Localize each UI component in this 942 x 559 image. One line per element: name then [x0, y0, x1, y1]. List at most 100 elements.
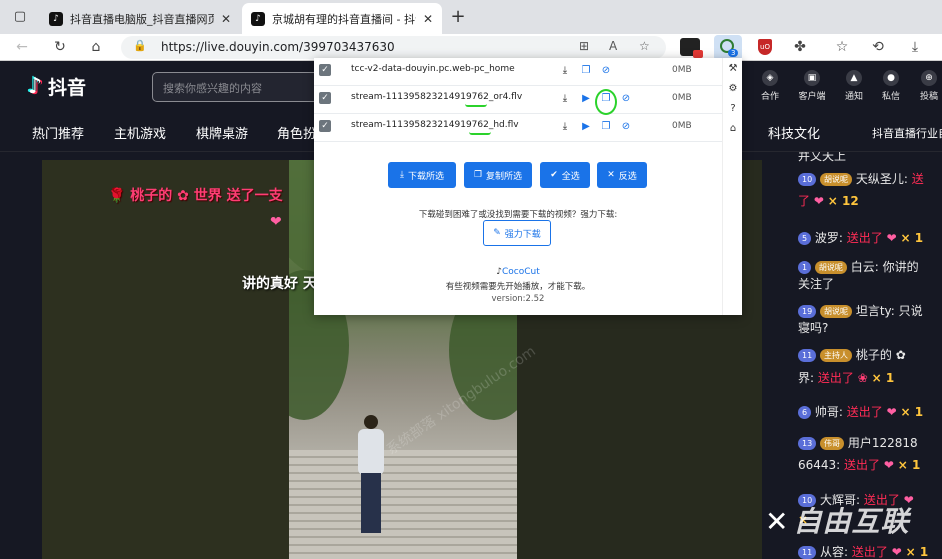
- download-icon[interactable]: ⤓: [559, 121, 571, 133]
- copy-icon: ❐: [473, 170, 483, 180]
- chat-username[interactable]: 坦言ty:: [856, 304, 895, 318]
- danmaku-text: 世界 送了一支: [193, 188, 283, 204]
- close-icon[interactable]: ✕: [420, 12, 436, 26]
- nav-item[interactable]: 抖音直播行业自: [872, 125, 942, 141]
- favorite-add-icon[interactable]: ☆: [639, 39, 650, 53]
- chat-username[interactable]: 帅哥:: [815, 405, 843, 419]
- select-all-button[interactable]: ✔ 全选: [540, 162, 590, 188]
- block-icon[interactable]: ⊘: [600, 65, 612, 77]
- extension-icon[interactable]: [680, 38, 703, 58]
- chat-username[interactable]: 用户122818: [848, 436, 918, 450]
- fan-badge: 胡说呢: [820, 305, 853, 318]
- favorites-icon[interactable]: ☆: [832, 37, 852, 57]
- douyin-logo[interactable]: ♪ 抖音: [28, 73, 86, 100]
- history-icon[interactable]: ⟲: [868, 37, 888, 57]
- tab-active-stream[interactable]: ♪ 京城胡有理的抖音直播间 - 抖音直播 ✕: [242, 3, 442, 34]
- button-label: 全选: [561, 171, 580, 182]
- heart-icon: ❤: [883, 458, 894, 472]
- chat-username[interactable]: 波罗:: [815, 231, 843, 245]
- notification-button[interactable]: ▲ 通知: [839, 70, 869, 102]
- gift-text: 送出了: [846, 405, 883, 419]
- help-icon[interactable]: ?: [727, 103, 739, 115]
- fan-badge: 伟哥: [820, 437, 845, 450]
- nav-item[interactable]: 主机游戏: [114, 123, 166, 142]
- search-input[interactable]: 搜索你感兴趣的内容: [152, 72, 322, 102]
- chat-message: 6 帅哥: 送出了 ❤ × 1: [798, 402, 942, 422]
- hammer-icon[interactable]: ⚒: [727, 63, 739, 75]
- copy-icon[interactable]: ❐: [600, 121, 612, 133]
- chat-message: 13 伟哥 用户122818: [798, 433, 942, 453]
- chat-username[interactable]: 白云:: [851, 260, 879, 274]
- cococut-brand[interactable]: ♪CocoCut: [314, 267, 722, 277]
- chat-username[interactable]: 从容:: [820, 545, 848, 559]
- gift-text: 送出了: [817, 371, 854, 385]
- tab-douyin-live-pc[interactable]: ♪ 抖音直播电脑版_抖音直播网页版 ✕: [40, 3, 240, 34]
- nav-item[interactable]: 棋牌桌游: [196, 123, 248, 142]
- chat-text: 66443:: [798, 458, 841, 472]
- button-label: 反选: [618, 171, 637, 182]
- chat-username[interactable]: 天纵圣儿:: [856, 172, 908, 186]
- address-bar[interactable]: 🔒 https://live.douyin.com/399703437630 ⊞…: [121, 36, 666, 59]
- upload-button[interactable]: ⊕ 投稿: [914, 70, 942, 102]
- row-checkbox[interactable]: ✓: [319, 64, 331, 76]
- popup-sidebar: ⚒ ⚙ ? ⌂: [722, 58, 742, 315]
- brand-link[interactable]: CocoCut: [502, 267, 540, 277]
- download-selected-button[interactable]: ⤓ 下载所选: [388, 162, 456, 188]
- force-download-button[interactable]: ✎ 强力下载: [483, 220, 551, 246]
- chat-message: 11 从容: 送出了 ❤ × 1: [798, 542, 942, 559]
- client-button[interactable]: ▣ 客户端: [797, 70, 827, 102]
- download-icon[interactable]: ⤓: [559, 65, 571, 77]
- level-badge: 6: [798, 406, 812, 419]
- download-icon[interactable]: ⤓: [559, 93, 571, 105]
- tiktok-icon: ♪: [28, 74, 43, 99]
- download-icon[interactable]: ⤓: [905, 37, 925, 57]
- close-icon: ✕: [607, 170, 615, 180]
- media-row: ✓ stream-111395823214919762_hd.flv ⤓ ▶ ❐…: [314, 114, 722, 142]
- stairs: [289, 450, 517, 559]
- copy-icon[interactable]: ❐: [580, 65, 592, 77]
- home-icon[interactable]: ⌂: [727, 123, 739, 135]
- play-icon[interactable]: ▶: [580, 121, 592, 133]
- extensions-puzzle-icon[interactable]: ✤: [790, 37, 810, 57]
- refresh-icon[interactable]: ↻: [50, 37, 70, 57]
- back-icon[interactable]: ←: [12, 37, 32, 57]
- fan-badge: 胡说呢: [814, 261, 847, 274]
- gift-count: × 1: [897, 458, 921, 472]
- heart-icon: ❤: [886, 231, 897, 245]
- lock-icon[interactable]: 🔒: [133, 39, 147, 52]
- chat-message: 并又天上: [798, 152, 847, 163]
- nav-item[interactable]: 科技文化: [768, 123, 820, 142]
- tab-title: 京城胡有理的抖音直播间 - 抖音直播: [272, 12, 416, 26]
- block-icon[interactable]: ⊘: [620, 93, 632, 105]
- annotation-underline: [465, 104, 487, 107]
- new-tab-button[interactable]: +: [446, 5, 470, 29]
- cooperate-button[interactable]: ◈ 合作: [755, 70, 785, 102]
- media-row: ✓ stream-111395823214919762_or4.flv ⤓ ▶ …: [314, 86, 722, 114]
- read-aloud-icon[interactable]: A: [609, 39, 617, 53]
- nav-item[interactable]: 热门推荐: [32, 123, 84, 142]
- app-grid-icon[interactable]: ⊞: [579, 39, 589, 53]
- play-icon[interactable]: ▶: [580, 93, 592, 105]
- url-text[interactable]: https://live.douyin.com/399703437630: [161, 40, 395, 54]
- extension-badge: 3: [728, 49, 739, 57]
- level-badge: 19: [798, 305, 817, 318]
- chat-message: 10 胡说呢 天纵圣儿: 送: [798, 169, 942, 189]
- row-checkbox[interactable]: ✓: [319, 92, 331, 104]
- invert-selection-button[interactable]: ✕ 反选: [597, 162, 647, 188]
- row-checkbox[interactable]: ✓: [319, 120, 331, 132]
- nav-item[interactable]: 角色扮: [277, 123, 316, 142]
- block-icon[interactable]: ⊘: [620, 121, 632, 133]
- home-icon[interactable]: ⌂: [86, 37, 106, 57]
- chat-username[interactable]: 桃子的: [856, 348, 892, 362]
- person-figure: [352, 415, 388, 545]
- message-icon: ●: [883, 70, 899, 86]
- brand-text: 自由互联: [793, 505, 910, 538]
- gear-icon[interactable]: ⚙: [727, 83, 739, 95]
- message-button[interactable]: ● 私信: [876, 70, 906, 102]
- media-name: tcc-v2-data-douyin.pc.web-pc_home: [351, 64, 515, 74]
- tab-actions-icon[interactable]: ▢: [9, 7, 31, 27]
- gift-text: 送: [911, 172, 924, 186]
- close-icon[interactable]: ✕: [218, 12, 234, 26]
- copy-selected-button[interactable]: ❐ 复制所选: [464, 162, 532, 188]
- ublock-icon[interactable]: uO: [758, 39, 772, 55]
